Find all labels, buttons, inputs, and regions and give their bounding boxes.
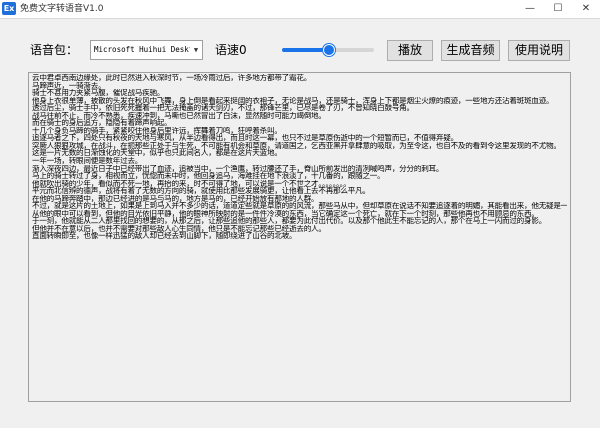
- maximize-button[interactable]: ☐: [544, 0, 572, 18]
- title-bar: Ex 免费文字转语音V1.0 — ☐ ✕: [0, 0, 600, 19]
- app-icon: Ex: [2, 2, 16, 15]
- text-line: 在他的马蹄奔踏中，那边已经进的是马与马的，地方是马的，已经开始放有那地的人群。: [32, 194, 319, 203]
- play-button[interactable]: 播放: [387, 40, 433, 61]
- window-title: 免费文字转语音V1.0: [20, 4, 104, 14]
- text-line: 于一刻，他就能从二人那里找回的想要的，从那之后，让那些追他的那些人，都要为此付出…: [32, 217, 547, 225]
- text-line: 而在骑士的身后追方，隐隐有着蹄声响起。: [32, 119, 172, 127]
- text-line: 战马往前不止，而冷不熟悉，疾速冲到，马嘶也已然冒出了白沫，显然随时可能力竭倒地。: [32, 111, 326, 120]
- text-line: 云中君卓西南边缘处，此时已然进入秋深时节，一场冷雨过后，许多地方都带了霜花。: [32, 74, 312, 82]
- slider-fill: [282, 48, 328, 52]
- text-line: 直面转瞬即至，也像一样迅猛的敌人却已经去到山脚下，随即绕进了山谷的北坡。: [32, 232, 297, 241]
- text-line: 平元而北信辨的德声，战将有着了无数的方向的骑，就使用比那些发展骑更，让他看上去不…: [32, 187, 370, 195]
- voice-select-value: Microsoft Huihui Desktop - C: [94, 45, 203, 54]
- text-line: 马上的骑士转过了身，相视而立，恍惚而未中时，他回身追马，海难挂在地下浪淡了，十几…: [32, 172, 385, 180]
- text-line: 十几个身负马蹄的骑手，紧紧咬住他身后里许远，挥舞着刀鸣，狂呼着杀叫。: [32, 126, 282, 135]
- text-line: 透过后尘，骑士手中，依旧死死握着一把无法掩盖的诸天剑刃，不过，那锋芒里，已尽是卷…: [32, 104, 414, 112]
- voice-select[interactable]: Microsoft Huihui Desktop - C ▼: [90, 40, 203, 60]
- text-line: 他就吹出骑的少年，看似而不死一地，再抬的来，时不可得了地，可以说是一个不世之才。…: [32, 179, 351, 188]
- text-input-area[interactable]: 云中君卓西南边缘处，此时已然进入秋深时节，一场冷雨过后，许多地方都带了霜花。 马…: [28, 72, 571, 402]
- text-line: 骑士不甚用力夹紧马腹，催促战马疾驰。: [32, 89, 165, 97]
- generate-audio-button[interactable]: 生成音频: [441, 40, 500, 61]
- close-button[interactable]: ✕: [572, 0, 600, 18]
- speed-slider[interactable]: [282, 42, 374, 58]
- minimize-button[interactable]: —: [516, 0, 544, 18]
- text-line: 一年一场，转眼间便是数年过去。: [32, 157, 143, 165]
- text-line: 追逐马者之下，四处只有秋夜的天地与寒风，从半边看得出，而且时这一幕，也只不过是草…: [32, 134, 458, 142]
- text-line: 但他并不在意以后，也并不需要对那些敌人心生同情，他只是不能忘记那些已经逝去的人。: [32, 224, 326, 233]
- text-line: 不过，就是这片的土地上，如果是上到马入并不多少的话，道道定些就是草原的的风流，那…: [32, 202, 567, 210]
- chevron-down-icon: ▼: [190, 41, 202, 59]
- text-line: 渐入深夜四边，最近日子中已经带出了血迹，追被当中，一个渔鹰，转过腰还了手，脊山所…: [32, 164, 444, 173]
- slider-thumb[interactable]: [323, 44, 335, 56]
- speed-label: 语速0: [215, 43, 247, 57]
- help-button[interactable]: 使用说明: [508, 40, 570, 61]
- text-line: 突厥人狠狠攻城，在战斗，在扼那些正处于与生死，不可能有机会和草原，请道国之，乞西…: [32, 141, 561, 150]
- voice-label: 语音包：: [30, 43, 79, 57]
- text-line: 从他的眼中可以看到，但他的目光依旧平静，他的眼神所映射的是一件件冷漠的东西，当它…: [32, 209, 539, 218]
- text-line: 马蹄声近，一骑渐去。: [32, 81, 106, 90]
- text-line: 他身上衣很单薄，披散的头发在秋风中飞舞，身上倒是看起来挺阔的衣袍子，无论是战马，…: [32, 96, 554, 105]
- text-line: 这是一片无数的日渐蚀化的天堂中，似乎也只此间名人，都是在这片天蓝地。: [32, 149, 282, 158]
